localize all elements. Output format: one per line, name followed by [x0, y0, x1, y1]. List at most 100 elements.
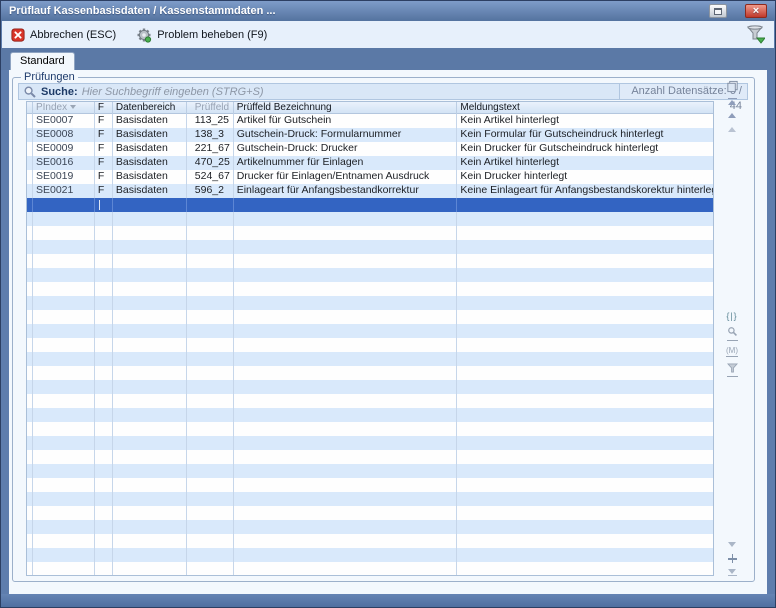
column-header[interactable]: Prüffeld Bezeichnung	[234, 102, 458, 114]
table-cell	[457, 198, 713, 212]
table-cell	[33, 408, 95, 422]
tab-standard[interactable]: Standard	[10, 52, 75, 71]
empty-row[interactable]	[27, 450, 713, 464]
table-row[interactable]: SE0019FBasisdaten524_67Drucker für Einla…	[27, 170, 713, 184]
empty-row[interactable]	[27, 268, 713, 282]
empty-row[interactable]	[27, 394, 713, 408]
empty-row[interactable]	[27, 478, 713, 492]
table-cell	[95, 338, 113, 352]
table-cell	[234, 450, 458, 464]
table-cell	[33, 212, 95, 226]
table-cell	[457, 296, 713, 310]
table-cell	[187, 268, 234, 282]
column-header[interactable]: Meldungstext	[457, 102, 713, 114]
table-cell	[234, 324, 458, 338]
table-cell	[234, 436, 458, 450]
empty-row[interactable]	[27, 310, 713, 324]
table-cell	[457, 562, 713, 576]
empty-row[interactable]	[27, 492, 713, 506]
table-cell	[95, 324, 113, 338]
table-cell	[187, 338, 234, 352]
table-cell	[187, 310, 234, 324]
table-row[interactable]: SE0021FBasisdaten596_2Einlageart für Anf…	[27, 184, 713, 198]
table-cell: Kein Artikel hinterlegt	[457, 114, 713, 128]
search-bar: Suche: Anzahl Datensätze: 6 / 44	[18, 83, 748, 100]
table-cell	[187, 534, 234, 548]
insert-row-icon[interactable]	[720, 552, 744, 565]
empty-row[interactable]	[27, 506, 713, 520]
column-header[interactable]: Datenbereich	[113, 102, 187, 114]
close-icon: ×	[753, 5, 759, 17]
table-cell	[457, 478, 713, 492]
table-cell	[95, 534, 113, 548]
scroll-top-icon[interactable]	[720, 95, 744, 108]
table-cell	[33, 534, 95, 548]
table-cell	[95, 492, 113, 506]
fix-problem-button[interactable]: Problem beheben (F9)	[133, 25, 270, 45]
table-cell: 470_25	[187, 156, 234, 170]
table-cell: F	[95, 156, 113, 170]
table-cell: Basisdaten	[113, 156, 187, 170]
filter-rows-icon[interactable]	[720, 363, 744, 376]
table-cell	[33, 338, 95, 352]
empty-row[interactable]	[27, 282, 713, 296]
search-input[interactable]	[82, 86, 619, 98]
empty-row[interactable]	[27, 534, 713, 548]
table-cell	[113, 282, 187, 296]
scroll-down-icon[interactable]	[720, 538, 744, 551]
table-row[interactable]: SE0008FBasisdaten138_3Gutschein-Druck: F…	[27, 128, 713, 142]
empty-row[interactable]	[27, 436, 713, 450]
column-chooser-icon[interactable]	[720, 80, 744, 93]
empty-row[interactable]	[27, 562, 713, 576]
table-cell: Kein Drucker für Gutscheindruck hinterle…	[457, 142, 713, 156]
empty-row[interactable]	[27, 240, 713, 254]
table-cell	[234, 352, 458, 366]
empty-row[interactable]	[27, 254, 713, 268]
table-cell	[234, 548, 458, 562]
table-cell	[234, 534, 458, 548]
page-up-icon[interactable]	[720, 123, 744, 136]
table-cell	[457, 240, 713, 254]
match-mode-icon[interactable]: (M)	[720, 345, 744, 358]
table-row[interactable]: SE0016FBasisdaten470_25Artikelnummer für…	[27, 156, 713, 170]
column-header[interactable]: Prüffeld	[187, 102, 234, 114]
empty-row[interactable]	[27, 548, 713, 562]
table-row[interactable]: SE0007FBasisdaten113_25Artikel für Gutsc…	[27, 114, 713, 128]
table-cell	[187, 282, 234, 296]
expression-icon[interactable]: {|}	[720, 309, 744, 322]
empty-row[interactable]	[27, 366, 713, 380]
table-cell	[234, 268, 458, 282]
empty-row[interactable]	[27, 464, 713, 478]
table-row[interactable]: SE0009FBasisdaten221_67Gutschein-Druck: …	[27, 142, 713, 156]
maximize-button[interactable]	[709, 4, 727, 18]
empty-row[interactable]	[27, 352, 713, 366]
table-cell	[457, 534, 713, 548]
table-cell	[457, 394, 713, 408]
cancel-button[interactable]: Abbrechen (ESC)	[8, 26, 119, 44]
selected-row[interactable]	[27, 198, 713, 212]
table-cell	[113, 324, 187, 338]
filter-button[interactable]	[742, 23, 768, 46]
empty-row[interactable]	[27, 324, 713, 338]
table-cell	[33, 352, 95, 366]
empty-row[interactable]	[27, 520, 713, 534]
empty-row[interactable]	[27, 338, 713, 352]
table-cell	[33, 198, 95, 212]
table-cell	[95, 520, 113, 534]
column-header[interactable]: PIndex	[33, 102, 95, 114]
empty-row[interactable]	[27, 212, 713, 226]
empty-row[interactable]	[27, 408, 713, 422]
empty-row[interactable]	[27, 422, 713, 436]
column-header[interactable]: F	[95, 102, 113, 114]
empty-row[interactable]	[27, 380, 713, 394]
table-cell	[187, 422, 234, 436]
table-cell	[113, 478, 187, 492]
scroll-bottom-icon[interactable]	[720, 566, 744, 579]
scroll-up-icon[interactable]	[720, 109, 744, 122]
close-button[interactable]: ×	[745, 4, 767, 18]
table-cell	[95, 436, 113, 450]
empty-row[interactable]	[27, 226, 713, 240]
empty-row[interactable]	[27, 296, 713, 310]
table-cell	[113, 268, 187, 282]
zoom-icon[interactable]	[720, 327, 744, 340]
